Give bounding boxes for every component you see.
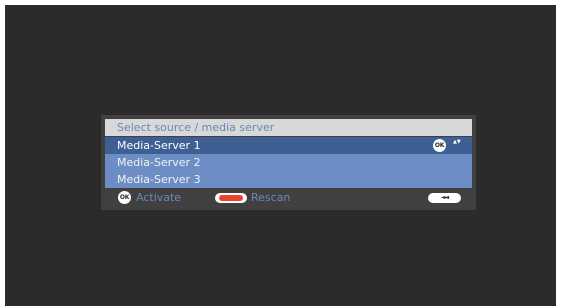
rescan-label: Rescan	[251, 191, 291, 204]
list-item-label: Media-Server 1	[117, 139, 201, 152]
ok-button-icon: OK	[433, 139, 446, 152]
list-item-label: Media-Server 2	[117, 156, 201, 169]
list-item-label: Media-Server 3	[117, 173, 201, 186]
tv-screen: Select source / media server Media-Serve…	[5, 5, 556, 306]
ok-button-icon[interactable]: OK	[118, 191, 131, 204]
list-item-media-server-1[interactable]: Media-Server 1 OK ▲▼	[105, 137, 472, 154]
list-item-media-server-3[interactable]: Media-Server 3	[105, 171, 472, 188]
back-key-icon[interactable]: ◄◄	[428, 193, 461, 203]
up-down-arrows-icon: ▲▼	[453, 139, 461, 145]
source-select-dialog: Select source / media server Media-Serve…	[101, 115, 476, 210]
red-key-icon[interactable]	[215, 193, 247, 203]
dialog-title: Select source / media server	[105, 119, 472, 136]
dialog-footer: OK Activate Rescan ◄◄	[105, 189, 472, 207]
list-item-media-server-2[interactable]: Media-Server 2	[105, 154, 472, 171]
activate-label: Activate	[136, 191, 182, 204]
media-server-list: Media-Server 1 OK ▲▼ Media-Server 2 Medi…	[105, 137, 472, 188]
